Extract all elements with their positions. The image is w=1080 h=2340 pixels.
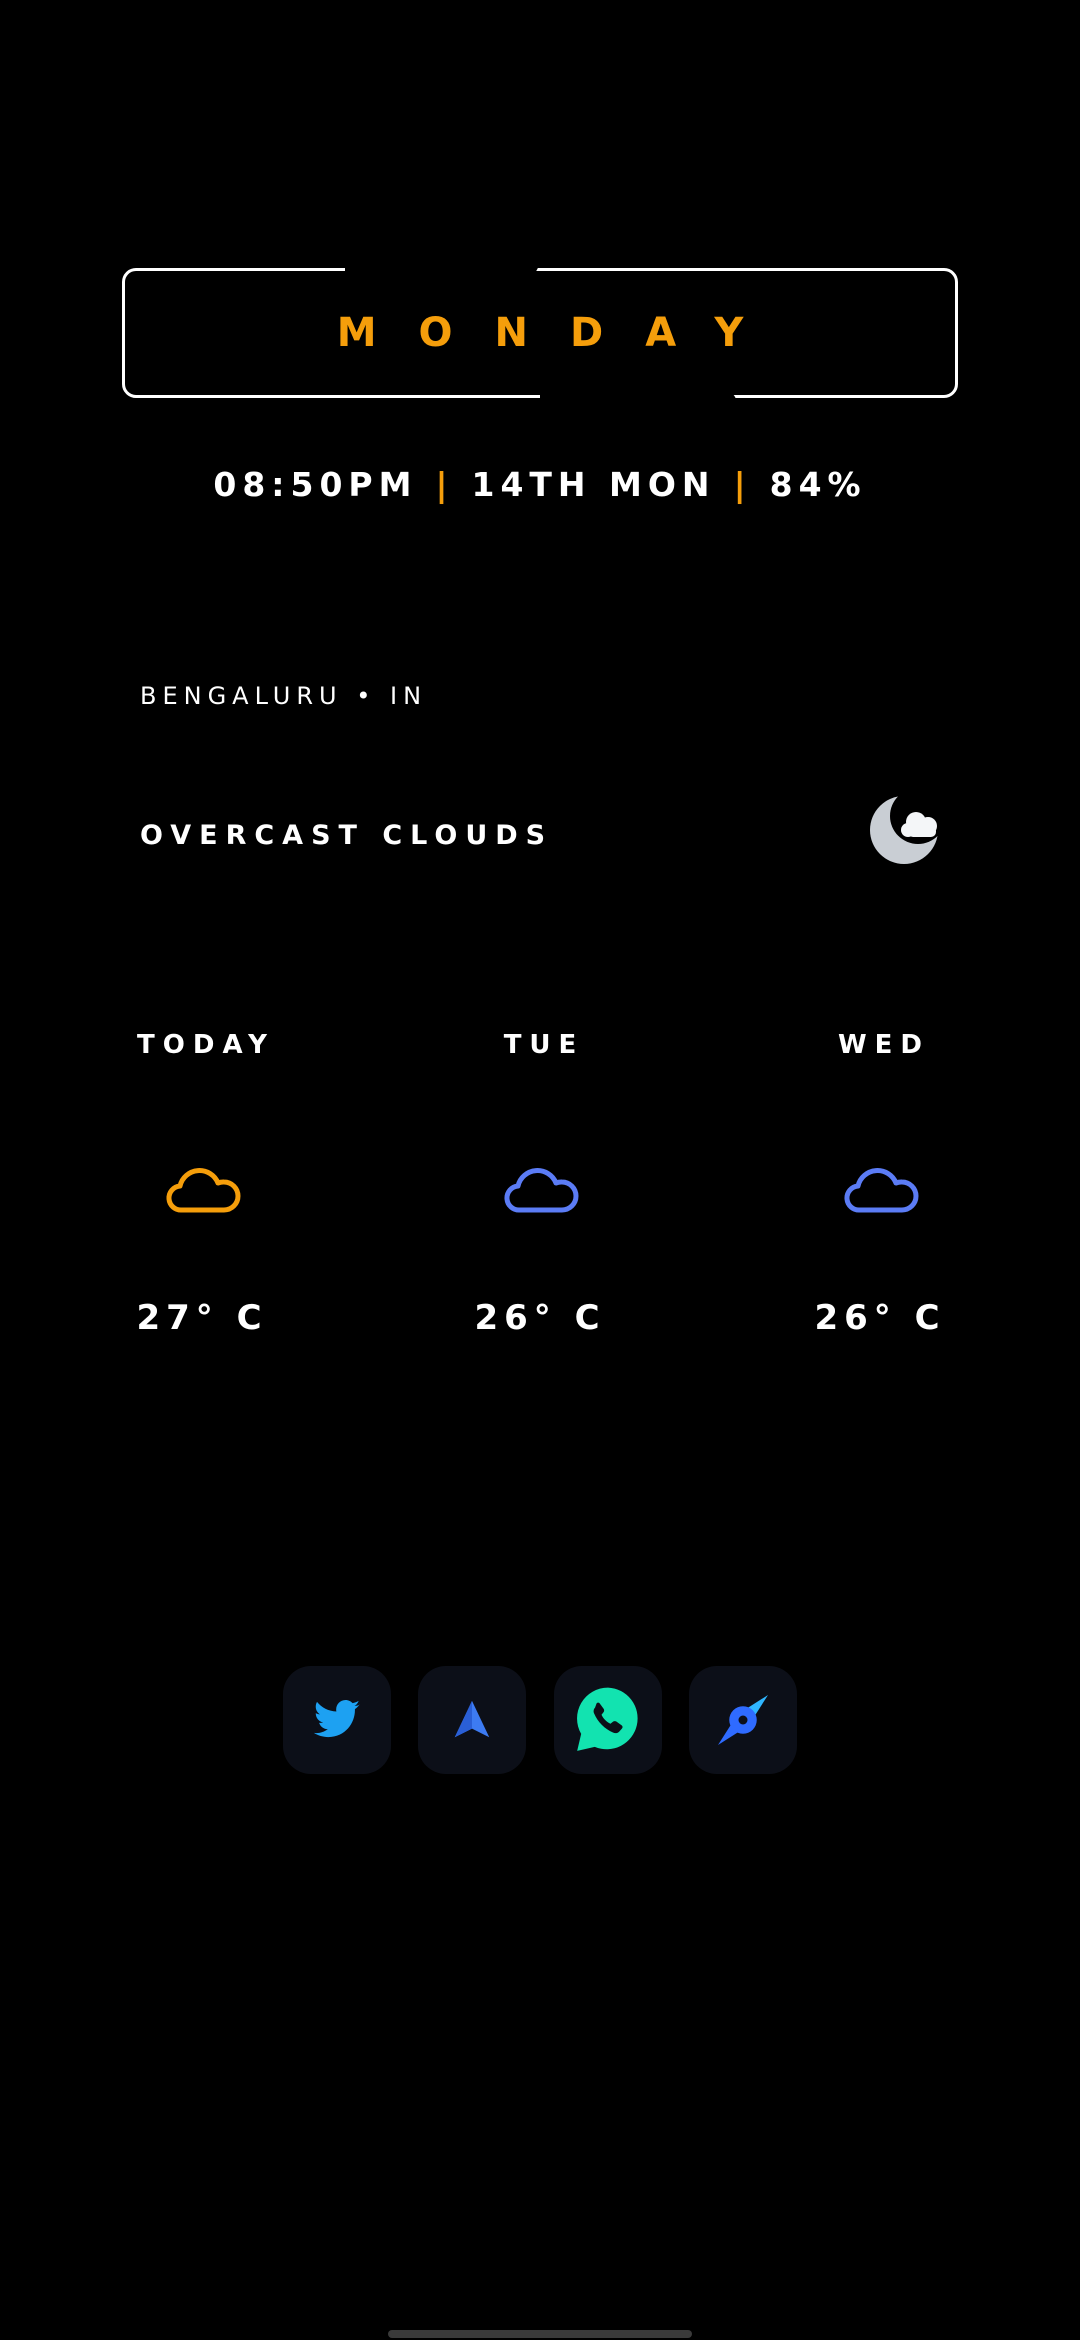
- date-text: 14TH MON: [471, 465, 716, 504]
- compass-icon: [718, 1695, 768, 1745]
- twitter-app-button[interactable]: [283, 1666, 391, 1774]
- time-text: 08:50PM: [213, 465, 418, 504]
- forecast-tue: TUE 26° C: [430, 1030, 650, 1338]
- moon-cloud-icon: [870, 796, 938, 864]
- forecast-day-label: WED: [837, 1030, 931, 1060]
- forecast-temp: 26° C: [814, 1298, 946, 1338]
- phone-chat-icon: [577, 1687, 638, 1751]
- separator: |: [733, 465, 752, 504]
- clock-status-line[interactable]: 08:50PM | 14TH MON | 84%: [0, 465, 1080, 504]
- forecast-temp: 27° C: [136, 1298, 268, 1338]
- cloud-icon: [504, 1168, 579, 1213]
- twitter-bird-icon: [313, 1700, 360, 1738]
- forecast-day-label: TUE: [503, 1030, 585, 1060]
- weather-condition: OVERCAST CLOUDS: [140, 820, 554, 851]
- forecast-day-label: TODAY: [137, 1030, 275, 1060]
- day-of-week[interactable]: MONDAY: [122, 268, 958, 398]
- cloud-icon: [844, 1168, 919, 1213]
- battery-text: 84%: [769, 465, 867, 504]
- forecast-wed: WED 26° C: [770, 1030, 990, 1338]
- separator: |: [435, 465, 454, 504]
- whatsapp-app-button[interactable]: [554, 1666, 662, 1774]
- browser-app-button[interactable]: [689, 1666, 797, 1774]
- forecast-temp: 26° C: [474, 1298, 606, 1338]
- cloud-icon: [166, 1168, 241, 1213]
- navigation-arrow-icon: [454, 1700, 490, 1738]
- home-indicator[interactable]: [388, 2330, 692, 2338]
- navigation-app-button[interactable]: [418, 1666, 526, 1774]
- weather-location[interactable]: BENGALURU • IN: [140, 682, 427, 710]
- forecast-today: TODAY 27° C: [92, 1030, 312, 1338]
